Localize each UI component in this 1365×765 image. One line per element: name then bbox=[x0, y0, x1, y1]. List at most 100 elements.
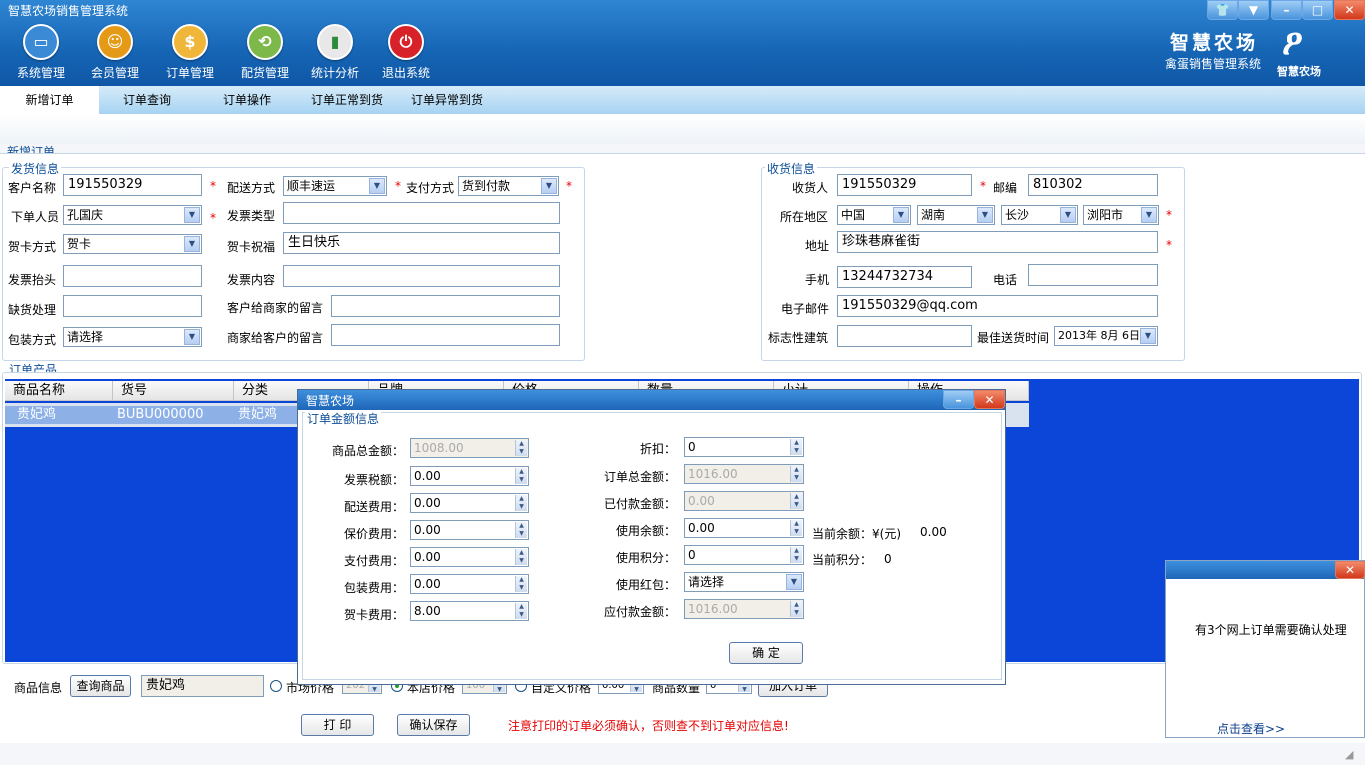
minimize-icon[interactable]: – bbox=[943, 390, 974, 409]
email-input[interactable]: 191550329@qq.com bbox=[837, 295, 1158, 317]
province-select[interactable]: 湖南 ▼ bbox=[917, 205, 995, 225]
resize-grip-icon[interactable]: ◢ bbox=[1345, 748, 1353, 761]
notification-message: 有3个网上订单需要确认处理 bbox=[1195, 623, 1347, 637]
market-price-radio[interactable] bbox=[270, 680, 282, 692]
invoice-tax-input[interactable]: 0.00 ▲ ▼ bbox=[410, 466, 529, 486]
current-balance-value: 0.00 bbox=[920, 525, 947, 539]
order-total-label: 订单总金额： bbox=[604, 470, 677, 484]
landmark-input[interactable] bbox=[837, 325, 972, 347]
invoice-type-input[interactable] bbox=[283, 202, 560, 224]
nav-order[interactable]: $ 订单管理 bbox=[157, 24, 223, 81]
receiving-title: 收货信息 bbox=[765, 160, 818, 177]
invoice-header-input[interactable] bbox=[63, 265, 202, 287]
goods-total-input[interactable]: 1008.00 ▲ ▼ bbox=[410, 438, 529, 458]
phone-input[interactable] bbox=[1028, 264, 1158, 286]
insurance-fee-input[interactable]: 0.00 ▲ ▼ bbox=[410, 520, 529, 540]
discount-input[interactable]: 0 ▲ ▼ bbox=[684, 437, 804, 457]
tab-new-order[interactable]: 新增订单 bbox=[0, 86, 99, 114]
tab-order-query[interactable]: 订单查询 bbox=[123, 86, 171, 114]
zip-input[interactable]: 810302 bbox=[1028, 174, 1158, 196]
address-label: 地址 bbox=[805, 239, 830, 253]
nav-distribution[interactable]: ⟲ 配货管理 bbox=[232, 24, 298, 81]
best-time-label: 最佳送货时间 bbox=[977, 331, 1050, 345]
chevron-down-icon: ▼ bbox=[1140, 328, 1156, 344]
payment-fee-label: 支付费用： bbox=[344, 554, 405, 568]
district-value: 浏阳市 bbox=[1087, 208, 1124, 222]
customer-input[interactable]: 191550329 bbox=[63, 174, 202, 196]
required-mark: * bbox=[1166, 208, 1172, 222]
shortage-input[interactable] bbox=[63, 295, 202, 317]
distribution-icon: ⟲ bbox=[247, 24, 283, 60]
goods-total-value: 1008.00 bbox=[414, 441, 464, 455]
delivery-select[interactable]: 顺丰速运 ▼ bbox=[283, 176, 387, 196]
tab-normal-delivery[interactable]: 订单正常到货 bbox=[311, 86, 383, 114]
landmark-label: 标志性建筑 bbox=[768, 331, 829, 345]
goods-input[interactable]: 贵妃鸡 bbox=[141, 675, 264, 697]
dialog-title: 智慧农场 bbox=[306, 394, 355, 408]
payment-fee-input[interactable]: 0.00 ▲ ▼ bbox=[410, 547, 529, 567]
payable-input[interactable]: 1016.00 ▲ ▼ bbox=[684, 599, 804, 619]
use-points-value: 0 bbox=[688, 548, 696, 562]
orderer-label: 下单人员 bbox=[11, 210, 60, 224]
power-icon: ⏻ bbox=[388, 24, 424, 60]
shipping-fee-label: 配送费用： bbox=[344, 500, 405, 514]
payment-select[interactable]: 货到付款 ▼ bbox=[458, 176, 559, 196]
receiver-input[interactable]: 191550329 bbox=[837, 174, 972, 196]
close-icon[interactable]: ✕ bbox=[1335, 561, 1365, 579]
delivery-value: 顺丰速运 bbox=[287, 179, 336, 193]
district-select[interactable]: 浏阳市 ▼ bbox=[1083, 205, 1159, 225]
print-button[interactable]: 打 印 bbox=[301, 714, 374, 736]
wish-input[interactable]: 生日快乐 bbox=[283, 232, 560, 254]
chevron-down-icon: ▼ bbox=[541, 178, 557, 194]
nav-exit[interactable]: ⏻ 退出系统 bbox=[373, 24, 439, 81]
orderer-select[interactable]: 孔国庆 ▼ bbox=[63, 205, 202, 225]
city-select[interactable]: 长沙 ▼ bbox=[1001, 205, 1078, 225]
column-header[interactable]: 商品名称 bbox=[5, 381, 113, 401]
order-total-input[interactable]: 1016.00 ▲ ▼ bbox=[684, 464, 804, 484]
warning-text: 注意打印的订单必须确认，否则查不到订单对应信息! bbox=[508, 719, 789, 733]
required-mark: * bbox=[1166, 238, 1172, 252]
use-balance-input[interactable]: 0.00 ▲ ▼ bbox=[684, 518, 804, 538]
spin-arrows-icon: ▲▼ bbox=[790, 493, 802, 509]
table-cell: BUBU000000 bbox=[117, 407, 204, 422]
tab-order-operation[interactable]: 订单操作 bbox=[223, 86, 271, 114]
country-select[interactable]: 中国 ▼ bbox=[837, 205, 911, 225]
minimize-icon[interactable]: – bbox=[1271, 0, 1302, 20]
query-goods-button[interactable]: 查询商品 bbox=[70, 675, 131, 697]
paid-amount-input[interactable]: 0.00 ▲ ▼ bbox=[684, 491, 804, 511]
skin-icon[interactable]: 👕 bbox=[1207, 0, 1238, 20]
card-fee-value: 8.00 bbox=[414, 604, 441, 618]
cust-msg-input[interactable] bbox=[331, 295, 560, 317]
nav-statistics[interactable]: ▮ 统计分析 bbox=[302, 24, 368, 81]
tab-abnormal-delivery[interactable]: 订单异常到货 bbox=[411, 86, 483, 114]
menu-dropdown-icon[interactable]: ▼ bbox=[1238, 0, 1269, 20]
nav-system[interactable]: ▭ 系统管理 bbox=[8, 24, 74, 81]
merch-msg-input[interactable] bbox=[331, 324, 560, 346]
pack-select[interactable]: 请选择 ▼ bbox=[63, 327, 202, 347]
receiver-label: 收货人 bbox=[792, 181, 829, 195]
member-icon: ☺ bbox=[97, 24, 133, 60]
card-fee-input[interactable]: 8.00 ▲ ▼ bbox=[410, 601, 529, 621]
column-header[interactable]: 货号 bbox=[113, 381, 234, 401]
use-points-input[interactable]: 0 ▲ ▼ bbox=[684, 545, 804, 565]
order-icon: $ bbox=[172, 24, 208, 60]
nav-member[interactable]: ☺ 会员管理 bbox=[82, 24, 148, 81]
card-select[interactable]: 贺卡 ▼ bbox=[63, 234, 202, 254]
pack-fee-input[interactable]: 0.00 ▲ ▼ bbox=[410, 574, 529, 594]
country-value: 中国 bbox=[841, 208, 866, 222]
best-time-picker[interactable]: 2013年 8月 6日 ▼ bbox=[1054, 326, 1158, 346]
view-link[interactable]: 点击查看>> bbox=[1217, 720, 1285, 737]
close-icon[interactable]: ✕ bbox=[974, 390, 1005, 409]
confirm-save-button[interactable]: 确认保存 bbox=[397, 714, 470, 736]
close-icon[interactable]: ✕ bbox=[1334, 0, 1365, 20]
mobile-input[interactable]: 13244732734 bbox=[837, 266, 972, 288]
shipping-fee-input[interactable]: 0.00 ▲ ▼ bbox=[410, 493, 529, 513]
red-packet-select[interactable]: 请选择 ▼ bbox=[684, 572, 804, 592]
required-mark: * bbox=[395, 179, 401, 193]
maximize-icon[interactable]: □ bbox=[1302, 0, 1333, 20]
address-input[interactable]: 珍珠巷麻雀街 bbox=[837, 231, 1158, 253]
dialog-section-title: 订单金额信息 bbox=[305, 410, 382, 427]
invoice-content-input[interactable] bbox=[283, 265, 560, 287]
use-points-label: 使用积分： bbox=[616, 551, 677, 565]
ok-button[interactable]: 确 定 bbox=[729, 642, 803, 664]
